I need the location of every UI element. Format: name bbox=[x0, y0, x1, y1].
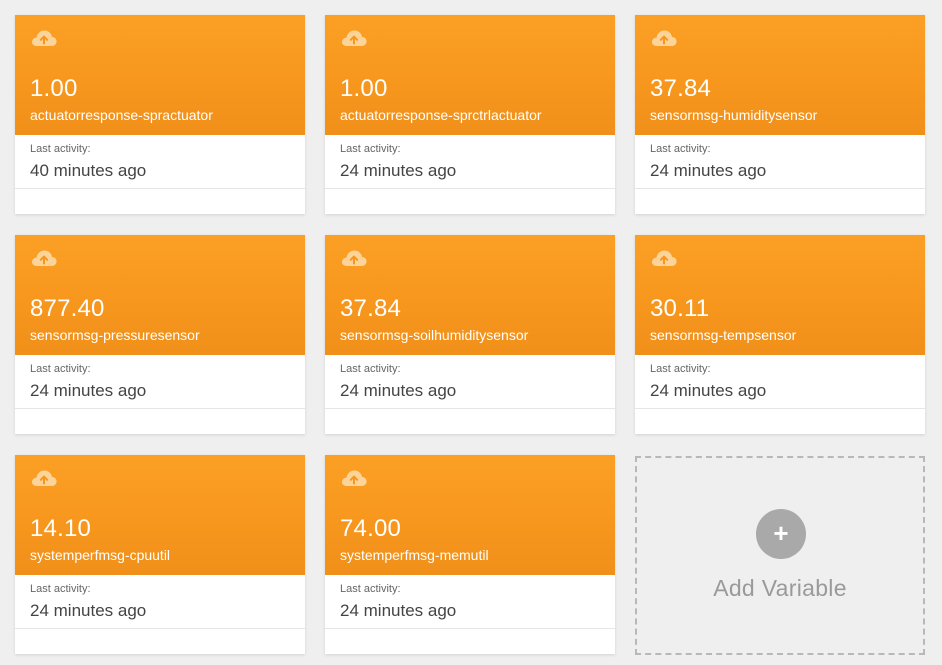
variable-name: systemperfmsg-cpuutil bbox=[30, 547, 171, 563]
variable-card-header: 14.10 systemperfmsg-cpuutil bbox=[15, 455, 305, 575]
variable-value: 877.40 bbox=[30, 295, 105, 322]
last-activity-value: 24 minutes ago bbox=[30, 601, 147, 620]
last-activity-value: 24 minutes ago bbox=[30, 381, 147, 400]
last-activity-value: 24 minutes ago bbox=[650, 381, 767, 400]
variable-card-footer: Last activity: 40 minutes ago bbox=[15, 135, 305, 189]
variable-value: 30.11 bbox=[650, 295, 710, 322]
variable-value: 74.00 bbox=[340, 515, 402, 542]
variable-value: 37.84 bbox=[340, 295, 402, 322]
last-activity-label: Last activity: bbox=[340, 583, 401, 595]
variable-value: 37.84 bbox=[650, 75, 712, 102]
variable-card-footer: Last activity: 24 minutes ago bbox=[635, 355, 925, 409]
variable-card-header: 1.00 actuatorresponse-sprctrlactuator bbox=[325, 15, 615, 135]
variable-name: actuatorresponse-spractuator bbox=[30, 107, 213, 123]
last-activity-value: 24 minutes ago bbox=[650, 161, 767, 180]
variable-card[interactable]: 877.40 sensormsg-pressuresensor Last act… bbox=[15, 235, 305, 434]
last-activity-label: Last activity: bbox=[340, 363, 401, 375]
variable-card-header: 74.00 systemperfmsg-memutil bbox=[325, 455, 615, 575]
last-activity-label: Last activity: bbox=[30, 363, 91, 375]
variable-value: 14.10 bbox=[30, 515, 92, 542]
variable-card-footer: Last activity: 24 minutes ago bbox=[325, 135, 615, 189]
cloud-upload-icon bbox=[31, 250, 57, 266]
cloud-upload-icon bbox=[341, 470, 367, 486]
last-activity-value: 40 minutes ago bbox=[30, 161, 147, 180]
variable-card-footer: Last activity: 24 minutes ago bbox=[15, 575, 305, 629]
last-activity-value: 24 minutes ago bbox=[340, 161, 457, 180]
variable-name: systemperfmsg-memutil bbox=[340, 547, 489, 563]
variable-card[interactable]: 30.11 sensormsg-tempsensor Last activity… bbox=[635, 235, 925, 434]
last-activity-value: 24 minutes ago bbox=[340, 601, 457, 620]
last-activity-label: Last activity: bbox=[650, 143, 711, 155]
cloud-upload-icon bbox=[341, 250, 367, 266]
last-activity-value: 24 minutes ago bbox=[340, 381, 457, 400]
last-activity-label: Last activity: bbox=[30, 583, 91, 595]
variable-card-header: 30.11 sensormsg-tempsensor bbox=[635, 235, 925, 355]
variables-grid: 1.00 actuatorresponse-spractuator Last a… bbox=[0, 0, 942, 665]
cloud-upload-icon bbox=[31, 30, 57, 46]
variable-card-header: 37.84 sensormsg-humiditysensor bbox=[635, 15, 925, 135]
variable-card[interactable]: 37.84 sensormsg-humiditysensor Last acti… bbox=[635, 15, 925, 214]
variable-card[interactable]: 1.00 actuatorresponse-sprctrlactuator La… bbox=[325, 15, 615, 214]
cloud-upload-icon bbox=[341, 30, 367, 46]
variable-card[interactable]: 14.10 systemperfmsg-cpuutil Last activit… bbox=[15, 455, 305, 654]
cloud-upload-icon bbox=[31, 470, 57, 486]
variable-name: sensormsg-tempsensor bbox=[650, 327, 797, 343]
variable-card-header: 877.40 sensormsg-pressuresensor bbox=[15, 235, 305, 355]
cloud-upload-icon bbox=[651, 250, 677, 266]
last-activity-label: Last activity: bbox=[650, 363, 711, 375]
variable-card-footer: Last activity: 24 minutes ago bbox=[325, 575, 615, 629]
variable-value: 1.00 bbox=[340, 75, 388, 102]
add-variable-label: Add Variable bbox=[713, 575, 847, 601]
variable-name: actuatorresponse-sprctrlactuator bbox=[340, 107, 542, 123]
plus-icon[interactable]: + bbox=[756, 509, 806, 559]
add-variable-button[interactable]: + Add Variable bbox=[635, 456, 925, 655]
last-activity-label: Last activity: bbox=[30, 143, 91, 155]
variable-card-footer: Last activity: 24 minutes ago bbox=[15, 355, 305, 409]
cloud-upload-icon bbox=[651, 30, 677, 46]
variable-name: sensormsg-pressuresensor bbox=[30, 327, 200, 343]
variable-card-header: 1.00 actuatorresponse-spractuator bbox=[15, 15, 305, 135]
variable-card[interactable]: 1.00 actuatorresponse-spractuator Last a… bbox=[15, 15, 305, 214]
variable-card-footer: Last activity: 24 minutes ago bbox=[635, 135, 925, 189]
variable-card[interactable]: 74.00 systemperfmsg-memutil Last activit… bbox=[325, 455, 615, 654]
variable-card-footer: Last activity: 24 minutes ago bbox=[325, 355, 615, 409]
variable-name: sensormsg-soilhumiditysensor bbox=[340, 327, 529, 343]
variable-card-header: 37.84 sensormsg-soilhumiditysensor bbox=[325, 235, 615, 355]
variable-value: 1.00 bbox=[30, 75, 78, 102]
variable-name: sensormsg-humiditysensor bbox=[650, 107, 818, 123]
variable-card[interactable]: 37.84 sensormsg-soilhumiditysensor Last … bbox=[325, 235, 615, 434]
last-activity-label: Last activity: bbox=[340, 143, 401, 155]
